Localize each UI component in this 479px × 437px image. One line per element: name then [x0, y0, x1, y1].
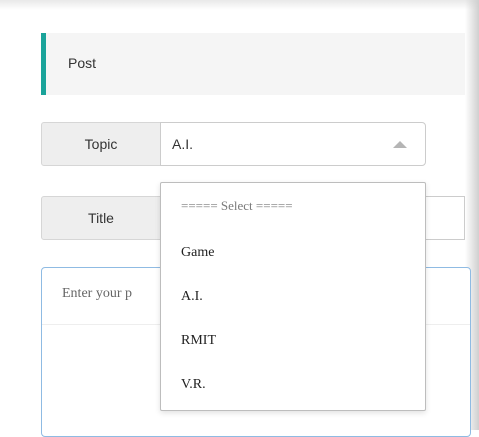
topic-label: Topic [41, 122, 161, 166]
title-label: Title [41, 196, 161, 240]
topic-select-value: A.I. [172, 136, 194, 152]
content-placeholder: Enter your p [62, 286, 132, 301]
caret-up-icon [393, 141, 407, 148]
top-shadow [0, 0, 479, 10]
dropdown-option-ai[interactable]: A.I. [181, 289, 203, 305]
topic-dropdown-list: ===== Select ===== Game A.I. RMIT V.R. [160, 182, 426, 411]
post-form-canvas: Post Topic A.I. Title Enter your p =====… [0, 0, 479, 437]
post-header-label: Post [68, 55, 97, 71]
dropdown-option-select[interactable]: ===== Select ===== [181, 198, 293, 214]
dropdown-option-rmit[interactable]: RMIT [181, 333, 216, 349]
dropdown-option-vr[interactable]: V.R. [181, 377, 206, 393]
topic-select[interactable]: A.I. [160, 122, 426, 166]
dropdown-option-game[interactable]: Game [181, 245, 214, 261]
post-header: Post [41, 33, 465, 95]
